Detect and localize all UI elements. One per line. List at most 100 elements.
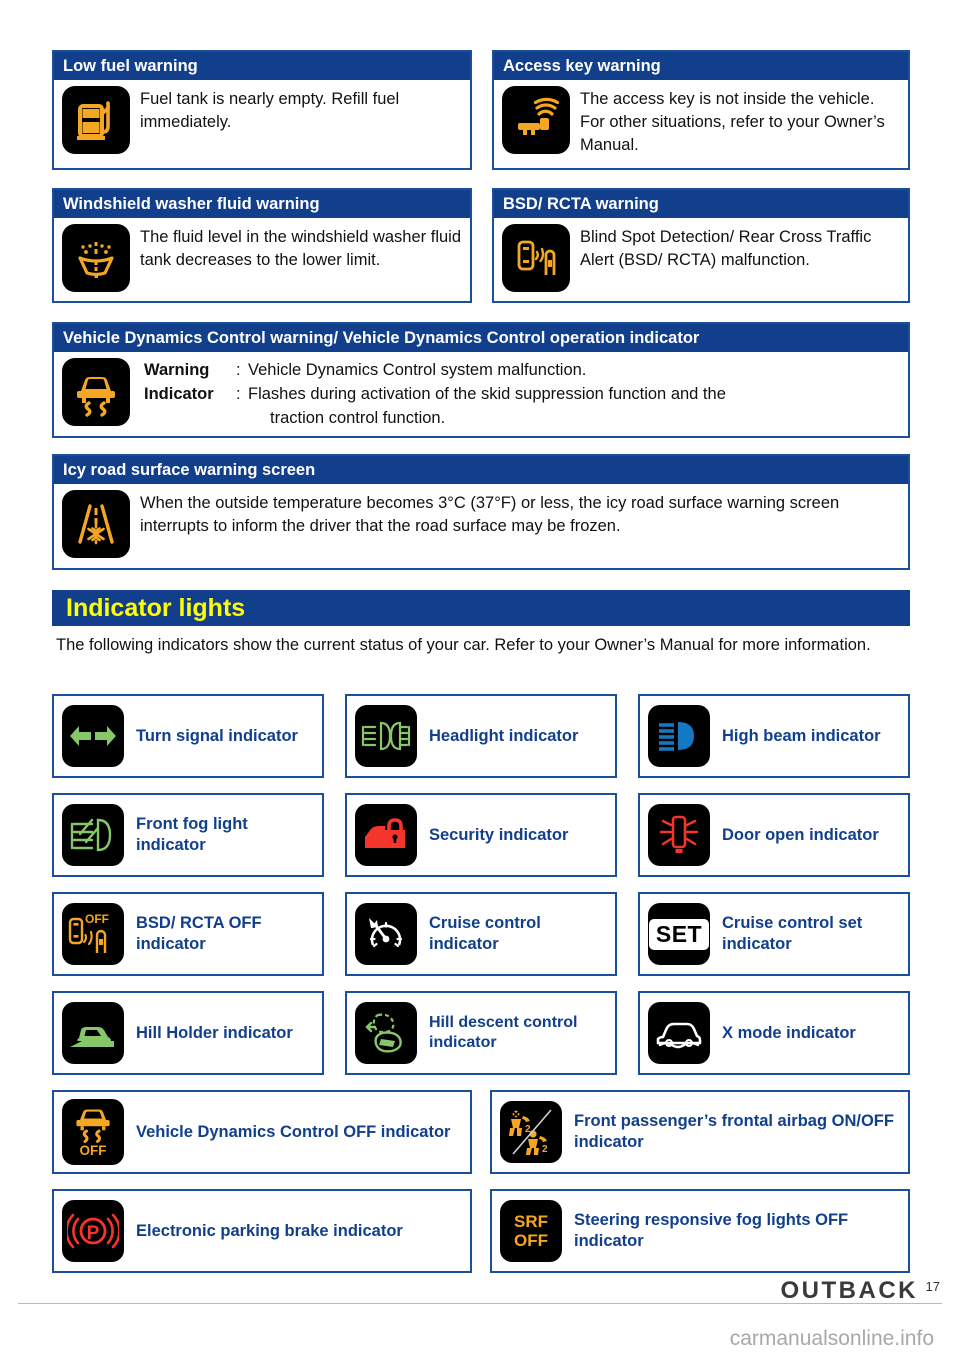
dyn-colon-spacer: [236, 406, 248, 430]
card-hill-holder-indicator[interactable]: Hill Holder indicator: [52, 991, 324, 1075]
srf-off-text: OFF: [514, 1231, 548, 1250]
manual-page: Low fuel warning Fuel tank is nearly emp…: [0, 0, 960, 1362]
srf-off-icon: SRF OFF: [500, 1200, 562, 1262]
card-label: X mode indicator: [722, 1023, 856, 1042]
card-label: Security indicator: [429, 825, 569, 844]
card-label: Hill descent control indicator: [429, 1014, 578, 1051]
panel-windshield-washer-warning: Windshield washer fluid warning The flui…: [52, 188, 472, 303]
parking-brake-p-text: P: [87, 1223, 100, 1244]
dyn-value: Flashes during activation of the skid su…: [248, 385, 726, 403]
card-label: BSD/ RCTA OFF indicator: [136, 914, 262, 953]
skid-car-icon: [62, 358, 130, 426]
card-label: Headlight indicator: [429, 726, 579, 745]
panel-text: Fuel tank is nearly empty. Refill fuel i…: [140, 90, 400, 131]
dyn-row-indicator: Indicator : Flashes during activation of…: [144, 382, 726, 406]
panel-title: Low fuel warning: [54, 52, 470, 80]
icy-road-icon: [62, 490, 130, 558]
bsd-rcta-off-icon: OFF: [62, 903, 124, 965]
section-intro-text: The following indicators show the curren…: [56, 636, 871, 654]
panel-body: Warning : Vehicle Dynamics Control syste…: [54, 352, 908, 438]
card-front-fog-light-indicator[interactable]: Front fog light indicator: [52, 793, 324, 877]
panel-title: Access key warning: [494, 52, 908, 80]
dyn-colon: :: [236, 385, 241, 403]
vdc-off-text: OFF: [80, 1143, 107, 1158]
high-beam-icon: [648, 705, 710, 767]
section-banner-indicator-lights: Indicator lights: [52, 590, 910, 626]
dyn-value: Vehicle Dynamics Control system malfunct…: [248, 361, 587, 379]
headlight-icon: [355, 705, 417, 767]
card-x-mode-indicator[interactable]: X mode indicator: [638, 991, 910, 1075]
srf-text: SRF: [514, 1212, 548, 1231]
card-bsd-rcta-off-indicator[interactable]: OFF BSD/ RCTA OFF indicator: [52, 892, 324, 976]
panel-bsd-rcta-warning: BSD/ RCTA warning Blind Spot Detection/ …: [492, 188, 910, 303]
hill-holder-icon: [62, 1002, 124, 1064]
card-headlight-indicator[interactable]: Headlight indicator: [345, 694, 617, 778]
panel-vehicle-dynamics-control: Vehicle Dynamics Control warning/ Vehicl…: [52, 322, 910, 438]
panel-text: Warning : Vehicle Dynamics Control syste…: [130, 358, 726, 430]
cruise-set-text: SET: [655, 920, 703, 947]
card-label: Front fog light indicator: [136, 815, 248, 854]
security-icon: [355, 804, 417, 866]
site-watermark: carmanualsonline.info: [729, 1327, 934, 1350]
panel-title: Icy road surface warning screen: [54, 456, 908, 484]
brand-logo: OUTBACK: [780, 1277, 918, 1304]
card-label: Hill Holder indicator: [136, 1023, 293, 1042]
card-cruise-control-indicator[interactable]: Cruise control indicator: [345, 892, 617, 976]
panel-text: When the outside temperature becomes 3°C…: [140, 494, 840, 535]
card-high-beam-indicator[interactable]: High beam indicator: [638, 694, 910, 778]
card-label: Steering responsive fog lights OFF indic…: [574, 1211, 849, 1250]
card-turn-signal-indicator[interactable]: Turn signal indicator: [52, 694, 324, 778]
panel-text: The fluid level in the windshield washer…: [140, 228, 462, 269]
svg-text:2: 2: [542, 1144, 548, 1155]
panel-body: Fuel tank is nearly empty. Refill fuel i…: [54, 80, 470, 170]
x-mode-icon: [648, 1002, 710, 1064]
dyn-row-warning: Warning : Vehicle Dynamics Control syste…: [144, 358, 726, 382]
card-srf-off-indicator[interactable]: SRF OFF Steering responsive fog lights O…: [490, 1189, 910, 1273]
panel-text: Blind Spot Detection/ Rear Cross Traffic…: [580, 228, 872, 269]
card-label: Cruise control set indicator: [722, 914, 863, 953]
panel-icy-road-warning: Icy road surface warning screen When the…: [52, 454, 910, 570]
dyn-label: Warning: [144, 361, 210, 379]
vdc-off-icon: OFF: [62, 1099, 124, 1165]
card-vdc-off-indicator[interactable]: OFF Vehicle Dynamics Control OFF indicat…: [52, 1090, 472, 1174]
bsd-rcta-icon: [502, 224, 570, 292]
panel-low-fuel-warning: Low fuel warning Fuel tank is nearly emp…: [52, 50, 472, 170]
electronic-parking-brake-icon: P: [62, 1200, 124, 1262]
card-label: Turn signal indicator: [136, 726, 298, 745]
panel-title: Vehicle Dynamics Control warning/ Vehicl…: [54, 324, 908, 352]
front-fog-light-icon: [62, 804, 124, 866]
panel-access-key-warning: Access key warning The access key is not…: [492, 50, 910, 170]
dyn-colon: :: [236, 361, 241, 379]
card-passenger-airbag-indicator[interactable]: 2 2 Front passenger’s frontal airbag ON/…: [490, 1090, 910, 1174]
panel-body: Blind Spot Detection/ Rear Cross Traffic…: [494, 218, 908, 303]
panel-body: When the outside temperature becomes 3°C…: [54, 484, 908, 570]
card-cruise-control-set-indicator[interactable]: SET Cruise control set indicator: [638, 892, 910, 976]
dyn-row-indicator-cont: traction control function.: [144, 406, 726, 430]
dyn-label-spacer: [144, 406, 236, 430]
card-label: Electronic parking brake indicator: [136, 1221, 403, 1240]
washer-fluid-icon: [62, 224, 130, 292]
card-security-indicator[interactable]: Security indicator: [345, 793, 617, 877]
cruise-set-icon: SET: [648, 903, 710, 965]
card-label: Cruise control indicator: [429, 914, 541, 953]
card-label: Vehicle Dynamics Control OFF indicator: [136, 1122, 451, 1141]
card-door-open-indicator[interactable]: Door open indicator: [638, 793, 910, 877]
access-key-icon: [502, 86, 570, 154]
panel-text: The access key is not inside the vehicle…: [580, 90, 885, 154]
door-open-icon: [648, 804, 710, 866]
panel-body: The access key is not inside the vehicle…: [494, 80, 908, 170]
dyn-value-continued: traction control function.: [270, 409, 446, 427]
panel-title: BSD/ RCTA warning: [494, 190, 908, 218]
card-electronic-parking-brake-indicator[interactable]: P Electronic parking brake indicator: [52, 1189, 472, 1273]
card-label: Front passenger’s frontal airbag ON/OFF …: [574, 1112, 894, 1151]
panel-title: Windshield washer fluid warning: [54, 190, 470, 218]
bsd-off-text: OFF: [85, 912, 109, 926]
page-number: 17: [925, 1279, 940, 1294]
card-label: High beam indicator: [722, 726, 881, 745]
card-hill-descent-control-indicator[interactable]: Hill descent control indicator: [345, 991, 617, 1075]
hill-descent-icon: [355, 1002, 417, 1064]
dyn-label: Indicator: [144, 385, 214, 403]
passenger-airbag-icon: 2 2: [500, 1101, 562, 1163]
fuel-pump-icon: [62, 86, 130, 154]
cruise-control-icon: [355, 903, 417, 965]
